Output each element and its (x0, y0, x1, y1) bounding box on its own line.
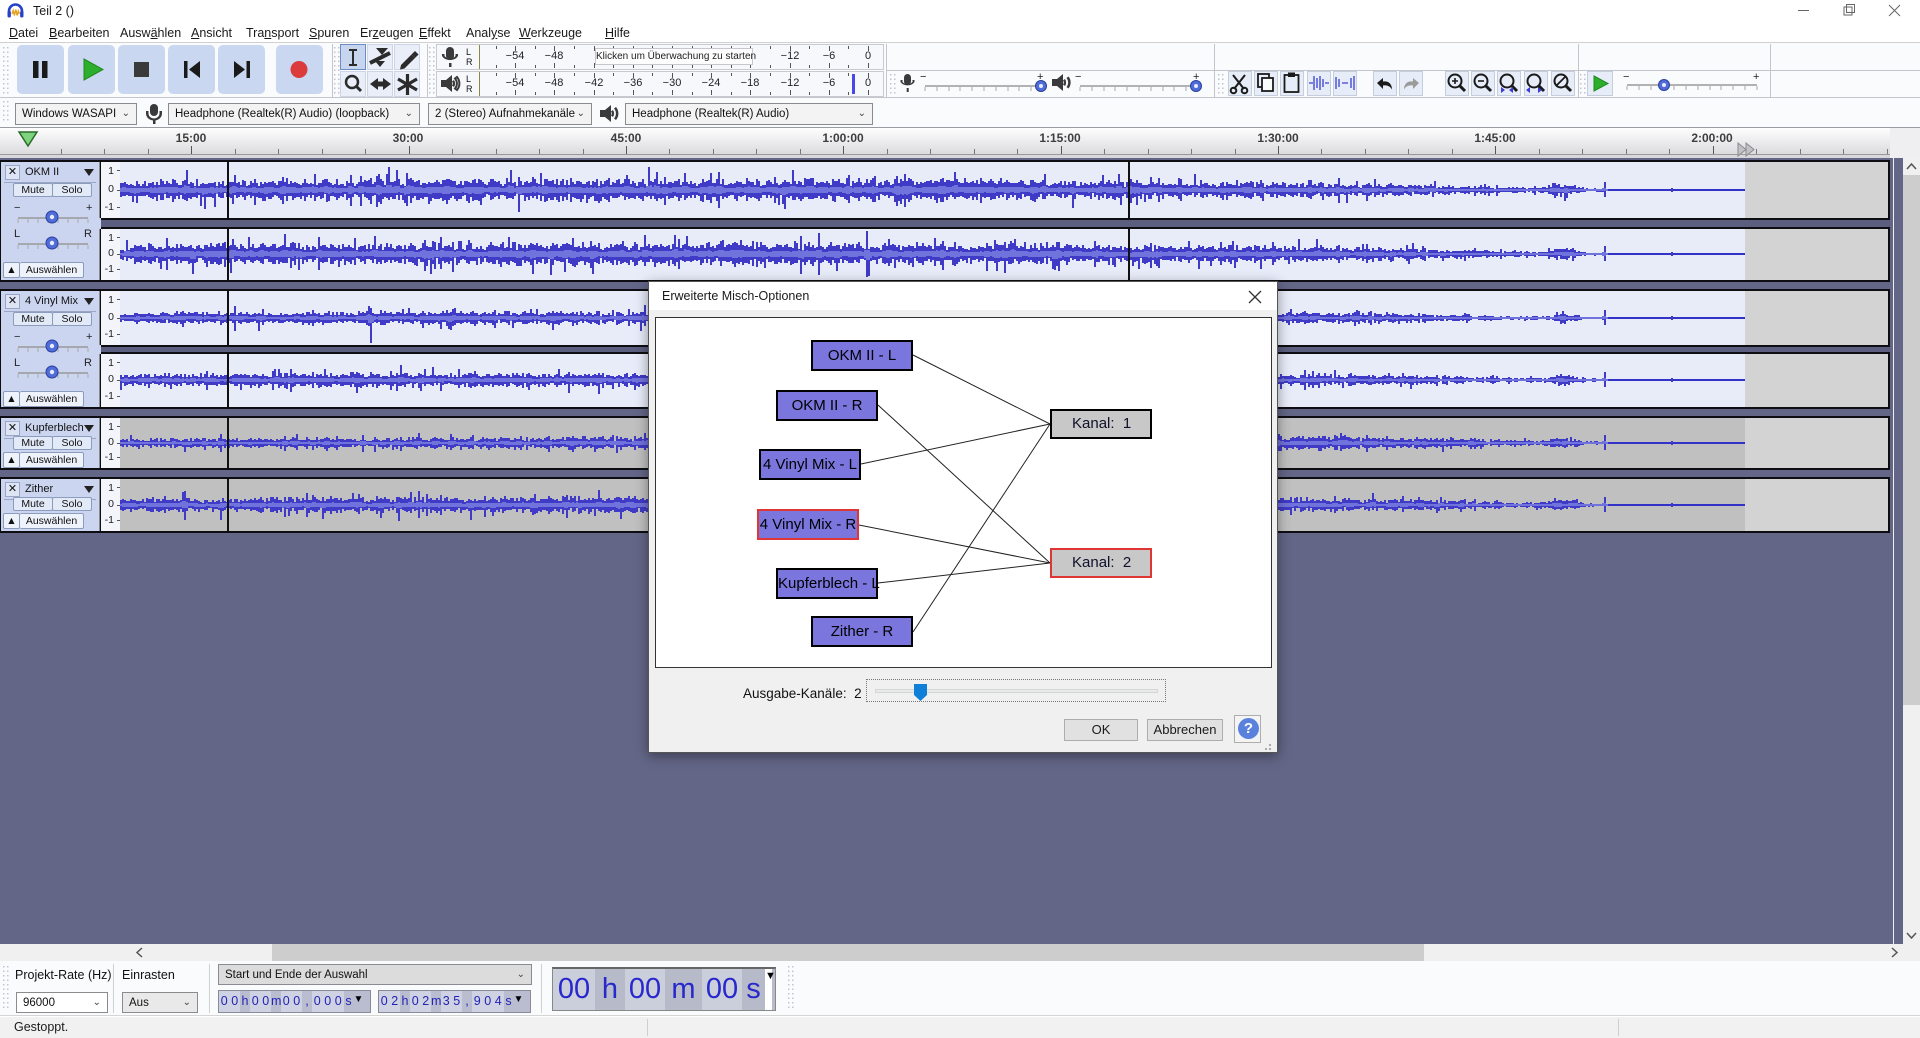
svg-text:+: + (1753, 71, 1759, 83)
svg-text:+: + (86, 331, 92, 343)
svg-text:−: − (1623, 71, 1629, 83)
svg-text:−: − (14, 202, 20, 214)
svg-text:L: L (14, 357, 20, 369)
svg-text:−: − (1075, 71, 1081, 83)
svg-text:L: L (14, 228, 20, 240)
svg-text:R: R (84, 357, 92, 369)
svg-text:R: R (84, 228, 92, 240)
svg-text:+: + (86, 202, 92, 214)
svg-text:−: − (920, 71, 926, 83)
svg-text:−: − (14, 331, 20, 343)
